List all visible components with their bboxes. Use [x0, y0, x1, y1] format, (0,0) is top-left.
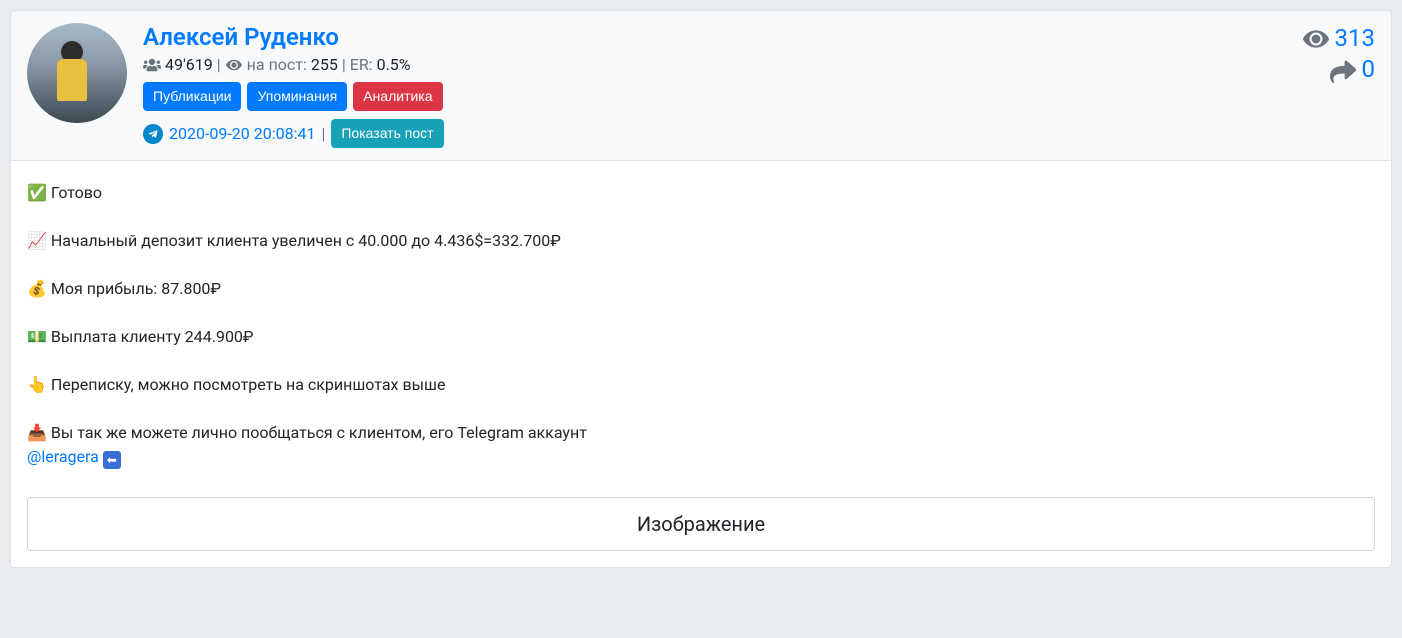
show-post-button[interactable]: Показать пост	[331, 119, 443, 148]
post-line-1: ✅ Готово	[27, 181, 1375, 205]
tab-analytics[interactable]: Аналитика	[353, 82, 442, 111]
card-header: Алексей Руденко 49'619 | на пост: 255 | …	[11, 11, 1391, 161]
post-line-2: 📈 Начальный депозит клиента увеличен с 4…	[27, 229, 1375, 253]
shares-metric: 0	[1303, 54, 1375, 85]
per-post-value: 255	[311, 55, 338, 74]
metrics: 313 0	[1303, 23, 1375, 85]
channel-name-link[interactable]: Алексей Руденко	[143, 23, 339, 51]
post-line-2-text: Начальный депозит клиента увеличен с 40.…	[51, 231, 561, 250]
post-card: Алексей Руденко 49'619 | на пост: 255 | …	[10, 10, 1392, 568]
meta-line: 2020-09-20 20:08:41 | Показать пост	[143, 119, 1287, 148]
card-body: ✅ Готово 📈 Начальный депозит клиента уве…	[11, 161, 1391, 567]
tab-mentions[interactable]: Упоминания	[247, 82, 347, 111]
er-value: 0.5%	[377, 55, 411, 74]
subscriber-count: 49'619	[165, 55, 213, 74]
er-label: ER:	[350, 55, 373, 74]
users-icon	[143, 57, 161, 73]
post-text: ✅ Готово 📈 Начальный депозит клиента уве…	[27, 181, 1375, 469]
header-info: Алексей Руденко 49'619 | на пост: 255 | …	[143, 23, 1287, 148]
views-metric: 313	[1303, 23, 1375, 54]
image-button[interactable]: Изображение	[27, 497, 1375, 551]
eye-icon	[225, 58, 243, 72]
timestamp-link[interactable]: 2020-09-20 20:08:41	[169, 124, 315, 143]
post-line-4: 💵 Выплата клиенту 244.900₽	[27, 325, 1375, 349]
post-line-3: 💰 Моя прибыль: 87.800₽	[27, 277, 1375, 301]
views-count: 313	[1335, 23, 1375, 54]
telegram-icon	[143, 124, 163, 144]
per-post-label: на пост:	[247, 55, 307, 74]
post-line-6: 📥 Вы так же можете лично пообщаться с кл…	[27, 421, 1375, 469]
tab-publications[interactable]: Публикации	[143, 82, 241, 111]
tabs-row: Публикации Упоминания Аналитика	[143, 82, 1287, 111]
avatar[interactable]	[27, 23, 127, 123]
stats-line: 49'619 | на пост: 255 | ER: 0.5%	[143, 55, 1287, 74]
shares-count: 0	[1362, 54, 1376, 85]
post-line-5: 👆 Переписку, можно посмотреть на скриншо…	[27, 373, 1375, 397]
post-line-4-text: Выплата клиенту 244.900₽	[51, 327, 254, 346]
post-line-1-text: Готово	[51, 183, 102, 202]
arrow-emoji: ⬅	[103, 451, 121, 469]
post-line-3-text: Моя прибыль: 87.800₽	[51, 279, 221, 298]
post-line-6-text: Вы так же можете лично пообщаться с клие…	[51, 423, 587, 442]
eye-icon	[1303, 26, 1329, 52]
share-icon	[1330, 57, 1356, 83]
mention-link[interactable]: @leragera	[27, 447, 99, 466]
post-line-5-text: Переписку, можно посмотреть на скриншота…	[51, 375, 446, 394]
